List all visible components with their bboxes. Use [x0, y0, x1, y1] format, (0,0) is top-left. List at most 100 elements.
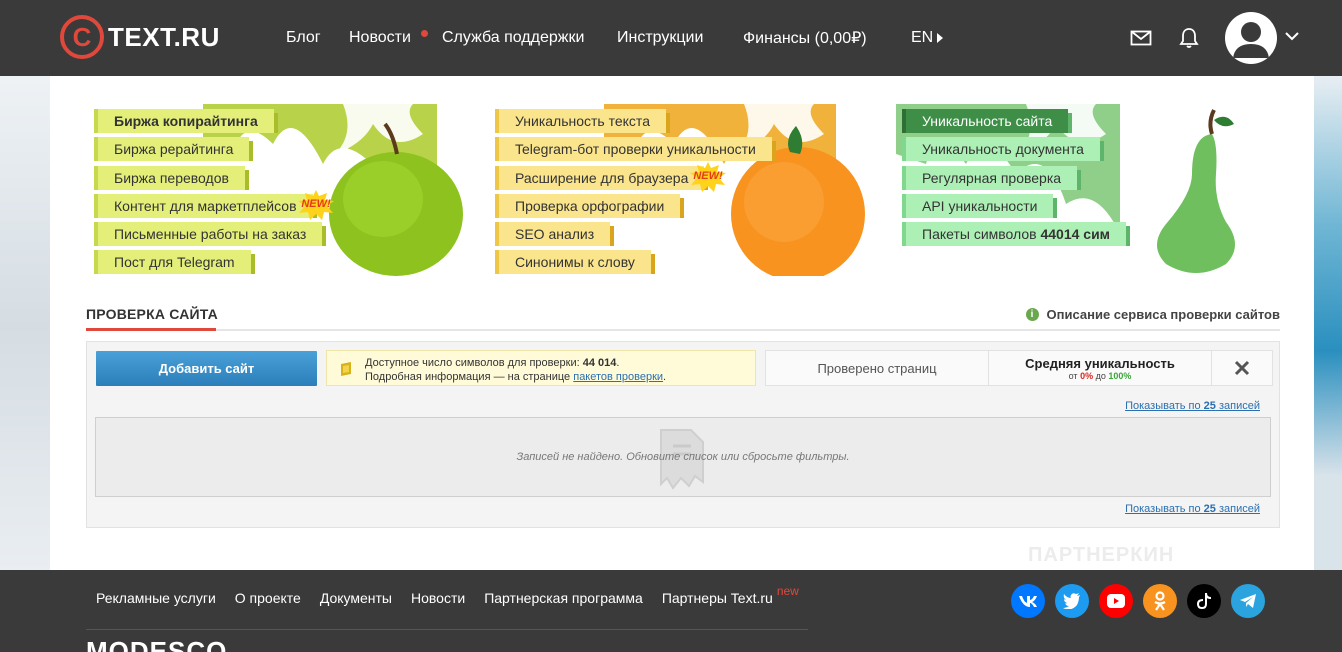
service-synonyms[interactable]: Синонимы к слову — [495, 250, 655, 274]
average-uniqueness-range: от 0% до 100% — [1069, 371, 1132, 381]
service-description-link[interactable]: i Описание сервиса проверки сайтов — [1025, 307, 1280, 322]
empty-records-message: Записей не найдено. Обновите список или … — [516, 451, 850, 463]
caret-right-icon — [937, 33, 944, 43]
service-telegram-post[interactable]: Пост для Telegram — [94, 250, 255, 274]
average-uniqueness-stat: Средняя уникальность от 0% до 100% — [988, 350, 1212, 386]
pager-count: 25 — [1203, 400, 1216, 412]
nav-blog[interactable]: Блог — [286, 0, 321, 76]
service-marketplace-content[interactable]: Контент для маркетплейсов — [94, 194, 317, 218]
new-badge: NEW! — [688, 162, 728, 192]
footer-link-affiliate[interactable]: Партнерская программа — [484, 590, 643, 606]
vk-button[interactable] — [1011, 584, 1045, 618]
new-badge: NEW! — [296, 190, 336, 220]
pager-prefix: Показывать по — [1125, 400, 1204, 412]
youtube-button[interactable] — [1099, 584, 1133, 618]
service-browser-extension[interactable]: Расширение для браузера — [495, 166, 709, 190]
range-to-label: до — [1093, 370, 1109, 381]
footer: Рекламные услуги О проекте Документы Нов… — [0, 570, 1342, 652]
bell-icon[interactable] — [1178, 27, 1200, 49]
odnoklassniki-button[interactable] — [1143, 584, 1177, 618]
add-site-button[interactable]: Добавить сайт — [96, 351, 317, 386]
clear-filters-button[interactable] — [1211, 350, 1273, 386]
service-description-label: Описание сервиса проверки сайтов — [1046, 307, 1280, 322]
service-written-works[interactable]: Письменные работы на заказ — [94, 222, 327, 246]
checked-pages-label: Проверено страниц — [817, 360, 937, 376]
vk-icon — [1019, 596, 1037, 607]
twitter-button[interactable] — [1055, 584, 1089, 618]
pager-prefix: Показывать по — [1125, 503, 1204, 515]
news-notification-dot — [421, 30, 428, 37]
details-line: Подробная информация — на странице пакет… — [365, 370, 755, 384]
details-label: Подробная информация — на странице — [365, 371, 574, 383]
nav-instructions-label: Инструкции — [617, 29, 704, 46]
symbols-available-label: Доступное число символов для проверки: — [365, 357, 583, 369]
footer-link-ads[interactable]: Рекламные услуги — [96, 590, 216, 606]
nav-news-label: Новости — [349, 29, 411, 46]
service-copywriting-exchange[interactable]: Биржа копирайтинга — [94, 109, 278, 133]
background-left — [0, 76, 50, 576]
language-switcher[interactable]: EN — [911, 0, 944, 76]
service-telegram-bot[interactable]: Telegram-бот проверки уникальности — [495, 137, 776, 161]
footer-link-documents[interactable]: Документы — [320, 590, 392, 606]
service-symbol-packages[interactable]: Пакеты символов 44014 сим — [902, 222, 1131, 246]
logo-text: TEXT.RU — [108, 21, 220, 52]
service-site-uniqueness[interactable]: Уникальность сайта — [902, 109, 1073, 133]
section-title-underline — [86, 328, 216, 331]
page-size-selector-bottom[interactable]: Показывать по 25 записей — [1125, 503, 1260, 515]
service-seo-analysis[interactable]: SEO анализ — [495, 222, 615, 246]
telegram-icon — [1240, 594, 1256, 608]
footer-link-about[interactable]: О проекте — [235, 590, 301, 606]
user-icon — [1233, 22, 1269, 58]
logo-icon: C — [60, 15, 104, 59]
twitter-icon — [1063, 593, 1080, 609]
symbols-available-dot: . — [616, 357, 620, 369]
close-icon — [1234, 360, 1250, 376]
modesco-logo[interactable]: MODESCO — [86, 636, 227, 652]
symbols-available-line: Доступное число символов для проверки: 4… — [365, 356, 755, 370]
language-label: EN — [911, 29, 934, 46]
chevron-down-icon[interactable] — [1285, 31, 1299, 41]
range-max: 100% — [1108, 370, 1132, 381]
footer-nav: Рекламные услуги О проекте Документы Нов… — [96, 584, 799, 606]
tiktok-icon — [1197, 593, 1211, 609]
footer-partners-label: Партнеры Text.ru — [661, 590, 773, 606]
service-text-uniqueness[interactable]: Уникальность текста — [495, 109, 670, 133]
nav-finances[interactable]: Финансы (0,00₽) — [743, 0, 867, 76]
new-badge-label: NEW! — [693, 170, 723, 182]
footer-link-news[interactable]: Новости — [411, 590, 465, 606]
service-api-uniqueness[interactable]: API уникальности — [902, 194, 1058, 218]
nav-support[interactable]: Служба поддержки — [442, 0, 584, 76]
service-document-uniqueness[interactable]: Уникальность документа — [902, 137, 1104, 161]
new-label: new — [776, 584, 799, 598]
odnoklassniki-icon — [1154, 591, 1166, 611]
service-rewriting-exchange[interactable]: Биржа рерайтинга — [94, 137, 254, 161]
section-divider — [86, 329, 1280, 331]
footer-link-partners[interactable]: Партнеры Text.ru new — [661, 584, 799, 606]
service-translation-exchange[interactable]: Биржа переводов — [94, 166, 249, 190]
partnerkin-watermark: ПАРТНЕРКИН — [1028, 544, 1175, 566]
services-block-site: Уникальность сайта Уникальность документ… — [896, 104, 1268, 276]
range-min: 0% — [1080, 370, 1094, 381]
packages-link[interactable]: пакетов проверки — [573, 371, 663, 383]
logo[interactable]: C TEXT.RU — [60, 15, 220, 59]
info-icon: i — [1025, 308, 1039, 321]
average-uniqueness-label: Средняя уникальность — [1025, 355, 1175, 371]
page-size-selector-top[interactable]: Показывать по 25 записей — [1125, 400, 1260, 412]
nav-news[interactable]: Новости — [349, 0, 411, 76]
tiktok-button[interactable] — [1187, 584, 1221, 618]
new-badge-label: NEW! — [301, 198, 331, 210]
pager-count: 25 — [1203, 503, 1216, 515]
nav-blog-label: Блог — [286, 29, 321, 46]
range-from-label: от — [1068, 370, 1081, 381]
telegram-button[interactable] — [1231, 584, 1265, 618]
service-spellcheck[interactable]: Проверка орфографии — [495, 194, 685, 218]
symbols-available-value: 44 014 — [582, 357, 617, 369]
empty-records-area: Записей не найдено. Обновите список или … — [95, 417, 1271, 497]
footer-divider — [86, 629, 808, 630]
user-avatar[interactable] — [1225, 12, 1277, 64]
packages-count: 44014 сим — [1040, 226, 1111, 242]
mail-icon[interactable] — [1130, 27, 1152, 49]
nav-instructions[interactable]: Инструкции — [617, 0, 703, 76]
service-regular-check[interactable]: Регулярная проверка — [902, 166, 1082, 190]
nav-support-label: Служба поддержки — [442, 29, 585, 46]
